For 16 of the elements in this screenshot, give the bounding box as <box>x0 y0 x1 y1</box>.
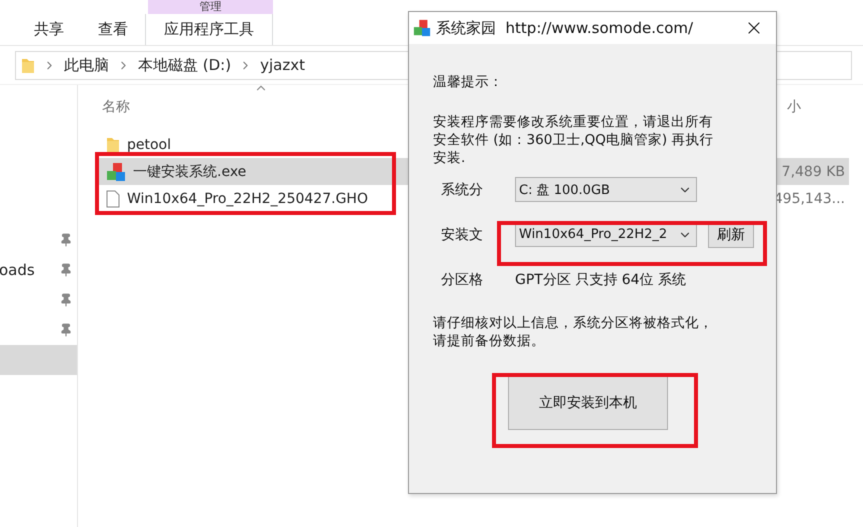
file-name: Win10x64_Pro_22H2_250427.GHO <box>127 190 368 206</box>
notice-line: 安装程序需要修改系统重要位置，请退出所有 <box>433 113 714 131</box>
warning-line: 请仔细核对以上信息，系统分区将被格式化， <box>433 314 714 332</box>
file-name: petool <box>127 136 172 152</box>
notice-line: 安装. <box>433 149 466 167</box>
file-size: 7,489 KB <box>782 164 845 180</box>
field-label: 系统分 <box>440 180 484 198</box>
file-name: 一键安装系统.exe <box>133 162 246 180</box>
warning-line: 请提前备份数据。 <box>433 332 546 350</box>
field-label: 分区格 <box>440 270 484 288</box>
notice-line: 安全软件 (如：360卫士,QQ电脑管家) 再执行 <box>433 131 714 149</box>
field-label: 安装文 <box>440 226 484 244</box>
window-title: 系统家园 http://www.somode.com/ <box>436 18 694 38</box>
nav-label: oads <box>0 261 35 279</box>
file-size: 495,143... <box>774 190 845 206</box>
field-value: GPT分区 只支持 64位 系统 <box>515 270 686 288</box>
